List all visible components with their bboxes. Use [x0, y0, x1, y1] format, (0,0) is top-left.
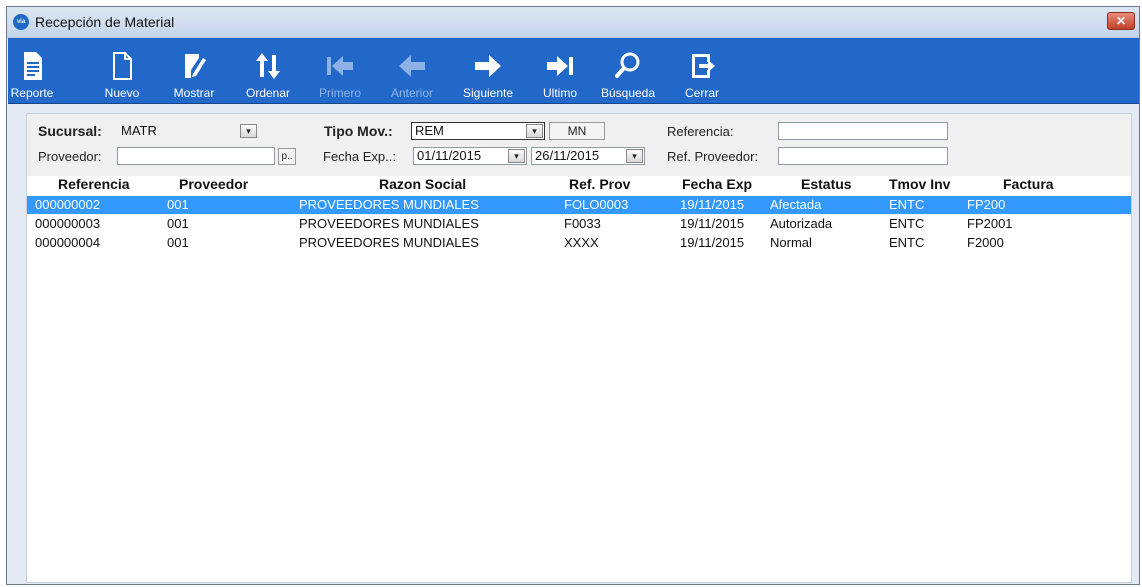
- cell-ref-prov: F0033: [564, 216, 601, 231]
- cell-tmov-inv: ENTC: [889, 235, 925, 250]
- window-title: Recepción de Material: [35, 14, 175, 30]
- currency-field: MN: [549, 122, 605, 140]
- sucursal-value: MATR: [121, 123, 157, 138]
- last-label: Ultimo: [542, 86, 577, 100]
- proveedor-label: Proveedor:: [38, 149, 102, 164]
- col-estatus[interactable]: Estatus: [801, 176, 852, 192]
- next-button[interactable]: Siguiente: [460, 38, 516, 102]
- chevron-down-icon[interactable]: ▾: [240, 124, 257, 138]
- cell-ref-prov: XXXX: [564, 235, 599, 250]
- report-icon: [24, 52, 42, 80]
- cell-estatus: Afectada: [770, 197, 822, 212]
- col-referencia[interactable]: Referencia: [58, 176, 130, 192]
- col-tmov-inv[interactable]: Tmov Inv: [889, 176, 950, 192]
- cell-fecha-exp: 19/11/2015: [680, 235, 745, 250]
- table-row[interactable]: 000000002 001 PROVEEDORES MUNDIALES FOLO…: [27, 196, 1131, 214]
- app-logo-icon: via: [13, 14, 29, 30]
- tipo-mov-select[interactable]: REM ▾: [411, 122, 545, 140]
- cell-tmov-inv: ENTC: [889, 216, 925, 231]
- sort-button[interactable]: Ordenar: [243, 38, 293, 102]
- col-proveedor[interactable]: Proveedor: [179, 176, 248, 192]
- chevron-down-icon[interactable]: ▾: [526, 124, 543, 138]
- sucursal-label: Sucursal:: [38, 123, 102, 139]
- referencia-label: Referencia:: [667, 124, 734, 139]
- sort-icon: [256, 53, 280, 79]
- table-header: Referencia Proveedor Razon Social Ref. P…: [27, 176, 1131, 195]
- col-ref-prov[interactable]: Ref. Prov: [569, 176, 630, 192]
- tipo-mov-value: REM: [415, 123, 444, 138]
- new-button[interactable]: Nuevo: [100, 38, 144, 102]
- fecha-exp-label: Fecha Exp..:: [323, 149, 396, 164]
- cell-fecha-exp: 19/11/2015: [680, 197, 745, 212]
- previous-label: Anterior: [390, 86, 434, 100]
- search-icon: [615, 52, 640, 78]
- first-label: Primero: [318, 86, 361, 100]
- sort-label: Ordenar: [245, 86, 291, 100]
- cell-factura: F2000: [967, 235, 1004, 250]
- close-window-button[interactable]: ✕: [1107, 12, 1135, 30]
- exit-button[interactable]: Cerrar: [680, 38, 724, 102]
- cell-tmov-inv: ENTC: [889, 197, 925, 212]
- exit-label: Cerrar: [684, 86, 719, 100]
- edit-icon: [185, 54, 206, 78]
- search-label: Búsqueda: [600, 86, 656, 100]
- exit-icon: [692, 54, 715, 78]
- fecha-from-picker[interactable]: 01/11/2015 ▾: [413, 147, 527, 165]
- search-button[interactable]: Búsqueda: [600, 38, 656, 102]
- proveedor-lookup-button[interactable]: p..: [278, 148, 296, 165]
- col-razon-social[interactable]: Razon Social: [379, 176, 466, 192]
- cell-estatus: Normal: [770, 235, 812, 250]
- referencia-input[interactable]: [778, 122, 948, 140]
- cell-razon-social: PROVEEDORES MUNDIALES: [299, 235, 479, 250]
- last-button[interactable]: Ultimo: [538, 38, 582, 102]
- cell-proveedor: 001: [167, 197, 189, 212]
- first-arrow-icon: [327, 56, 353, 76]
- cell-proveedor: 001: [167, 235, 189, 250]
- show-button[interactable]: Mostrar: [170, 38, 218, 102]
- next-arrow-icon: [475, 55, 501, 77]
- cell-estatus: Autorizada: [770, 216, 833, 231]
- sucursal-select[interactable]: MATR ▾: [117, 122, 259, 140]
- tipo-mov-label: Tipo Mov.:: [324, 123, 393, 139]
- cell-referencia: 000000003: [35, 216, 101, 231]
- show-label: Mostrar: [173, 86, 215, 100]
- previous-button[interactable]: Anterior: [388, 38, 436, 102]
- cell-razon-social: PROVEEDORES MUNDIALES: [299, 197, 479, 212]
- cell-proveedor: 001: [167, 216, 189, 231]
- table-row[interactable]: 000000004 001 PROVEEDORES MUNDIALES XXXX…: [27, 234, 1131, 252]
- content-panel: Sucursal: MATR ▾ Tipo Mov.: REM ▾ MN Ref…: [26, 113, 1132, 583]
- proveedor-input[interactable]: [117, 147, 275, 165]
- ref-proveedor-label: Ref. Proveedor:: [667, 149, 759, 164]
- cell-razon-social: PROVEEDORES MUNDIALES: [299, 216, 479, 231]
- cell-referencia: 000000004: [35, 235, 101, 250]
- col-fecha-exp[interactable]: Fecha Exp: [682, 176, 752, 192]
- new-document-icon: [113, 52, 132, 80]
- col-factura[interactable]: Factura: [1003, 176, 1054, 192]
- filter-area: Sucursal: MATR ▾ Tipo Mov.: REM ▾ MN Ref…: [27, 114, 1131, 176]
- chevron-down-icon[interactable]: ▾: [508, 149, 525, 163]
- toolbar: Reporte Nuevo Mostrar Ordenar Primero An…: [8, 38, 1139, 104]
- last-arrow-icon: [547, 56, 573, 76]
- cell-fecha-exp: 19/11/2015: [680, 216, 745, 231]
- report-label: Reporte: [10, 86, 54, 100]
- previous-arrow-icon: [399, 55, 425, 77]
- fecha-from-value: 01/11/2015: [417, 148, 482, 163]
- ref-proveedor-input[interactable]: [778, 147, 948, 165]
- next-label: Siguiente: [462, 86, 514, 100]
- first-button[interactable]: Primero: [316, 38, 364, 102]
- fecha-to-picker[interactable]: 26/11/2015 ▾: [531, 147, 645, 165]
- cell-ref-prov: FOLO0003: [564, 197, 629, 212]
- chevron-down-icon[interactable]: ▾: [626, 149, 643, 163]
- cell-factura: FP200: [967, 197, 1006, 212]
- table-body: 000000002 001 PROVEEDORES MUNDIALES FOLO…: [27, 196, 1131, 582]
- title-bar[interactable]: via Recepción de Material ✕: [7, 7, 1139, 38]
- new-label: Nuevo: [104, 86, 140, 100]
- fecha-to-value: 26/11/2015: [535, 148, 600, 163]
- cell-referencia: 000000002: [35, 197, 101, 212]
- table-row[interactable]: 000000003 001 PROVEEDORES MUNDIALES F003…: [27, 215, 1131, 233]
- report-button[interactable]: Reporte: [8, 38, 56, 102]
- cell-factura: FP2001: [967, 216, 1013, 231]
